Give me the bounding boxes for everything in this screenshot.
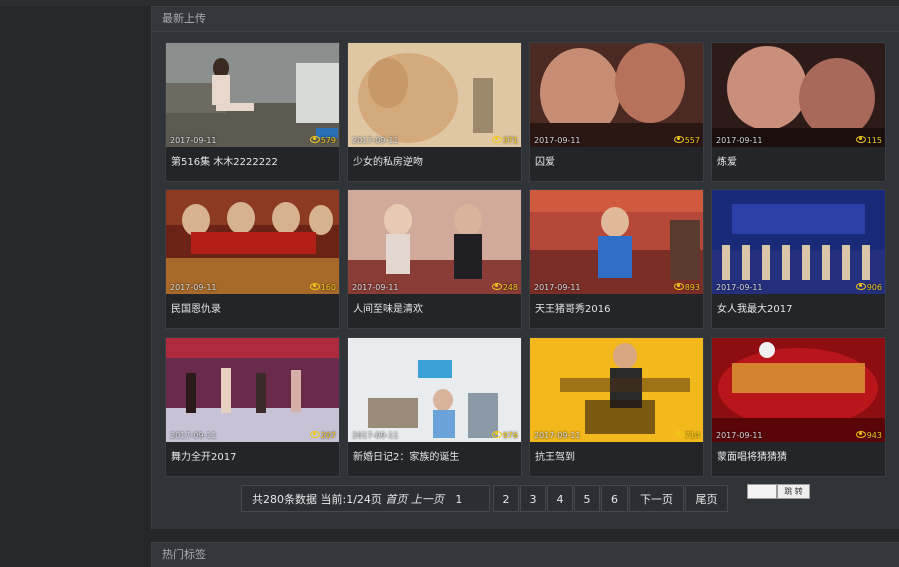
upload-date: 2017-09-11: [716, 283, 763, 292]
video-thumbnail[interactable]: [348, 43, 521, 147]
video-card-8[interactable]: 2017-09-11 906 女人我最大2017: [711, 189, 886, 329]
eye-icon: [491, 431, 502, 438]
view-count: 557: [673, 136, 700, 145]
page-jump-input[interactable]: [747, 484, 777, 499]
video-title[interactable]: 新婚日记2：家族的诞生: [353, 448, 459, 463]
video-card-7[interactable]: 2017-09-11 893 天王猪哥秀2016: [529, 189, 704, 329]
prev-page-link[interactable]: 上一页: [411, 493, 444, 506]
view-count: 893: [673, 283, 700, 292]
upload-date: 2017-09-11: [534, 136, 581, 145]
video-thumbnail[interactable]: [530, 43, 703, 147]
eye-icon: [309, 431, 320, 438]
view-count: 976: [491, 431, 518, 440]
page-3-button[interactable]: 3: [520, 485, 546, 512]
video-card-6[interactable]: 2017-09-11 248 人间至味是清欢: [347, 189, 522, 329]
video-card-9[interactable]: 2017-09-11 207 舞力全开2017: [165, 337, 340, 477]
upload-date: 2017-09-11: [170, 136, 217, 145]
pagination-info: 共280条数据 当前:1/24页 首页 上一页 1: [241, 485, 490, 512]
next-page-button[interactable]: 下一页: [629, 485, 684, 512]
video-card-10[interactable]: 2017-09-11 976 新婚日记2：家族的诞生: [347, 337, 522, 477]
page-2-button[interactable]: 2: [493, 485, 519, 512]
view-count: 371: [491, 136, 518, 145]
video-title[interactable]: 炼爱: [717, 153, 737, 168]
video-card-11[interactable]: 2017-09-11 714 抗王驾到: [529, 337, 704, 477]
upload-date: 2017-09-11: [170, 283, 217, 292]
eye-icon: [673, 283, 684, 290]
video-title[interactable]: 天王猪哥秀2016: [535, 300, 610, 315]
video-thumbnail[interactable]: [712, 43, 885, 147]
hot-tags-panel: 热门标签: [151, 542, 899, 567]
video-title[interactable]: 舞力全开2017: [171, 448, 236, 463]
view-count: 943: [855, 431, 882, 440]
video-card-4[interactable]: 2017-09-11 115 炼爱: [711, 42, 886, 182]
video-title[interactable]: 女人我最大2017: [717, 300, 792, 315]
eye-icon: [855, 283, 866, 290]
eye-icon: [673, 431, 684, 438]
upload-date: 2017-09-11: [352, 136, 399, 145]
video-card-1[interactable]: 2017-09-11 579 第516集 木木2222222: [165, 42, 340, 182]
upload-date: 2017-09-11: [534, 431, 581, 440]
page-4-button[interactable]: 4: [547, 485, 573, 512]
video-title[interactable]: 蒙面唱将猜猜猜: [717, 448, 787, 463]
latest-uploads-header: 最新上传: [152, 7, 899, 32]
video-card-2[interactable]: 2017-09-11 371 少女的私房逆吻: [347, 42, 522, 182]
view-count: 248: [491, 283, 518, 292]
upload-date: 2017-09-11: [534, 283, 581, 292]
page-5-button[interactable]: 5: [574, 485, 600, 512]
video-title[interactable]: 少女的私房逆吻: [353, 153, 423, 168]
video-thumbnail[interactable]: [166, 190, 339, 294]
view-count: 714: [673, 431, 700, 440]
video-thumbnail[interactable]: [530, 338, 703, 442]
eye-icon: [309, 136, 320, 143]
record-count: 共280条数据 当前:1/24页: [252, 493, 382, 506]
eye-icon: [855, 136, 866, 143]
video-card-12[interactable]: 2017-09-11 943 蒙面唱将猜猜猜: [711, 337, 886, 477]
video-thumbnail[interactable]: [530, 190, 703, 294]
view-count: 115: [855, 136, 882, 145]
eye-icon: [855, 431, 866, 438]
upload-date: 2017-09-11: [170, 431, 217, 440]
view-count: 160: [309, 283, 336, 292]
view-count: 207: [309, 431, 336, 440]
current-page: 1: [455, 493, 463, 506]
eye-icon: [491, 283, 502, 290]
upload-date: 2017-09-11: [352, 431, 399, 440]
video-title[interactable]: 第516集 木木2222222: [171, 153, 278, 168]
video-thumbnail[interactable]: [712, 338, 885, 442]
video-title[interactable]: 人间至味是清欢: [353, 300, 423, 315]
page-jump-button[interactable]: 跳 转: [777, 484, 810, 499]
first-page-link[interactable]: 首页: [385, 493, 407, 506]
hot-tags-header: 热门标签: [162, 548, 206, 561]
video-thumbnail[interactable]: [166, 338, 339, 442]
eye-icon: [673, 136, 684, 143]
eye-icon: [309, 283, 320, 290]
video-thumbnail[interactable]: [348, 338, 521, 442]
last-page-button[interactable]: 尾页: [685, 485, 728, 512]
video-title[interactable]: 民国恩仇录: [171, 300, 221, 315]
video-thumbnail[interactable]: [348, 190, 521, 294]
video-thumbnail[interactable]: [712, 190, 885, 294]
upload-date: 2017-09-11: [352, 283, 399, 292]
page-6-button[interactable]: 6: [601, 485, 628, 512]
eye-icon: [491, 136, 502, 143]
upload-date: 2017-09-11: [716, 136, 763, 145]
video-card-3[interactable]: 2017-09-11 557 囚爱: [529, 42, 704, 182]
view-count: 579: [309, 136, 336, 145]
video-thumbnail[interactable]: [166, 43, 339, 147]
view-count: 906: [855, 283, 882, 292]
upload-date: 2017-09-11: [716, 431, 763, 440]
video-title[interactable]: 抗王驾到: [535, 448, 575, 463]
video-title[interactable]: 囚爱: [535, 153, 555, 168]
video-card-5[interactable]: 2017-09-11 160 民国恩仇录: [165, 189, 340, 329]
